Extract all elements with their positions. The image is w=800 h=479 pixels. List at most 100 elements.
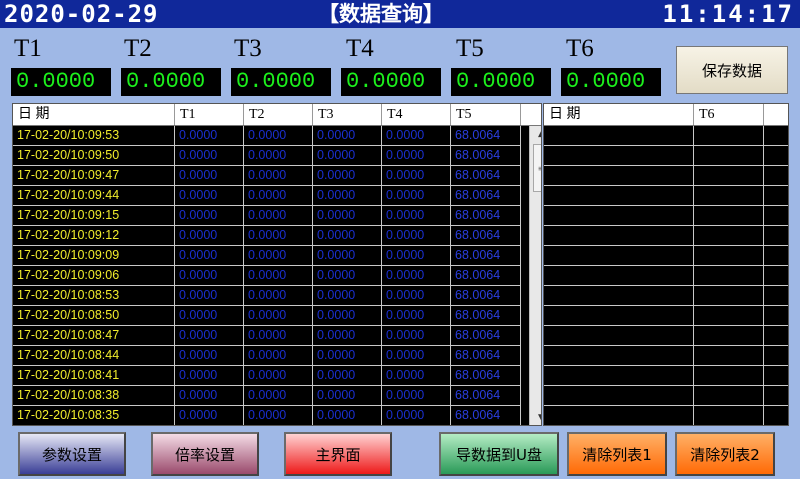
ratio-settings-button[interactable]: 倍率设置 bbox=[151, 432, 259, 476]
value-cell: 0.0000 bbox=[313, 206, 382, 225]
empty-cell bbox=[694, 146, 764, 165]
empty-cell bbox=[764, 366, 788, 385]
scroll-down-icon[interactable]: ▼ bbox=[530, 410, 541, 425]
value-cell: 0.0000 bbox=[175, 126, 244, 145]
empty-cell bbox=[544, 126, 694, 145]
clear-list-1-button[interactable]: 清除列表1 bbox=[567, 432, 667, 476]
value-cell: 0.0000 bbox=[382, 166, 451, 185]
table-row[interactable]: 17-02-20/10:08:53 0.0000 0.0000 0.0000 0.000… bbox=[13, 286, 521, 306]
value-cell: 0.0000 bbox=[244, 406, 313, 425]
value-cell: 0.0000 bbox=[175, 146, 244, 165]
value-cell: 0.0000 bbox=[382, 146, 451, 165]
table-row[interactable] bbox=[544, 326, 788, 346]
empty-cell bbox=[694, 126, 764, 145]
table-row[interactable]: 17-02-20/10:09:50 0.0000 0.0000 0.0000 0.000… bbox=[13, 146, 521, 166]
empty-cell bbox=[764, 286, 788, 305]
value-cell: 0.0000 bbox=[382, 306, 451, 325]
t5-label: T5 bbox=[456, 35, 484, 62]
save-data-button[interactable]: 保存数据 bbox=[676, 46, 788, 94]
table-row[interactable] bbox=[544, 266, 788, 286]
value-cell: 68.0064 bbox=[451, 146, 521, 165]
table-1-col-header: T4 bbox=[382, 104, 451, 125]
value-cell: 0.0000 bbox=[382, 386, 451, 405]
value-cell: 0.0000 bbox=[313, 346, 382, 365]
table-row[interactable]: 17-02-20/10:08:38 0.0000 0.0000 0.0000 0.000… bbox=[13, 386, 521, 406]
empty-cell bbox=[764, 186, 788, 205]
data-table-1[interactable]: 日 期 T1 T2 T3 T4 T5 17-02-20/10:09:53 0.0000 0.0… bbox=[12, 103, 542, 426]
value-cell: 0.0000 bbox=[382, 246, 451, 265]
empty-cell bbox=[544, 206, 694, 225]
table-row[interactable]: 17-02-20/10:09:53 0.0000 0.0000 0.0000 0.000… bbox=[13, 126, 521, 146]
scroll-thumb[interactable]: ≡ bbox=[533, 144, 541, 192]
table-1-col-header: T1 bbox=[175, 104, 244, 125]
main-screen-button[interactable]: 主界面 bbox=[284, 432, 392, 476]
empty-cell bbox=[694, 366, 764, 385]
table-row[interactable]: 17-02-20/10:09:12 0.0000 0.0000 0.0000 0.000… bbox=[13, 226, 521, 246]
value-cell: 0.0000 bbox=[244, 246, 313, 265]
table-row[interactable] bbox=[544, 286, 788, 306]
value-cell: 0.0000 bbox=[175, 166, 244, 185]
current-date: 2020-02-29 bbox=[4, 0, 159, 28]
table-row[interactable]: 17-02-20/10:08:44 0.0000 0.0000 0.0000 0.000… bbox=[13, 346, 521, 366]
empty-cell bbox=[694, 306, 764, 325]
table-row[interactable] bbox=[544, 406, 788, 425]
table-row[interactable] bbox=[544, 166, 788, 186]
table-row[interactable]: 17-02-20/10:09:15 0.0000 0.0000 0.0000 0.000… bbox=[13, 206, 521, 226]
table-row[interactable] bbox=[544, 226, 788, 246]
value-cell: 0.0000 bbox=[382, 186, 451, 205]
table-row[interactable]: 17-02-20/10:08:35 0.0000 0.0000 0.0000 0.000… bbox=[13, 406, 521, 425]
empty-cell bbox=[694, 326, 764, 345]
table-row[interactable] bbox=[544, 386, 788, 406]
export-usb-button[interactable]: 导数据到U盘 bbox=[439, 432, 559, 476]
value-cell: 68.0064 bbox=[451, 406, 521, 425]
table-row[interactable] bbox=[544, 306, 788, 326]
date-cell: 17-02-20/10:08:41 bbox=[13, 366, 175, 385]
table-row[interactable] bbox=[544, 146, 788, 166]
table-row[interactable] bbox=[544, 206, 788, 226]
date-cell: 17-02-20/10:08:35 bbox=[13, 406, 175, 425]
value-cell: 0.0000 bbox=[244, 166, 313, 185]
value-cell: 0.0000 bbox=[244, 186, 313, 205]
value-cell: 68.0064 bbox=[451, 186, 521, 205]
value-cell: 0.0000 bbox=[175, 366, 244, 385]
empty-cell bbox=[544, 246, 694, 265]
empty-cell bbox=[694, 266, 764, 285]
table-row[interactable]: 17-02-20/10:09:44 0.0000 0.0000 0.0000 0.000… bbox=[13, 186, 521, 206]
table-1-header: 日 期 T1 T2 T3 T4 T5 bbox=[13, 104, 541, 126]
empty-cell bbox=[544, 186, 694, 205]
table-row[interactable] bbox=[544, 126, 788, 146]
table-row[interactable]: 17-02-20/10:08:50 0.0000 0.0000 0.0000 0.000… bbox=[13, 306, 521, 326]
table-row[interactable] bbox=[544, 186, 788, 206]
value-cell: 0.0000 bbox=[313, 326, 382, 345]
table-row[interactable]: 17-02-20/10:08:41 0.0000 0.0000 0.0000 0.000… bbox=[13, 366, 521, 386]
value-cell: 0.0000 bbox=[244, 286, 313, 305]
table-row[interactable] bbox=[544, 366, 788, 386]
table-2-col-header: 日 期 bbox=[544, 104, 694, 125]
empty-cell bbox=[764, 166, 788, 185]
data-table-2[interactable]: 日 期 T6 bbox=[543, 103, 789, 426]
value-cell: 0.0000 bbox=[244, 306, 313, 325]
empty-cell bbox=[764, 266, 788, 285]
empty-cell bbox=[544, 386, 694, 405]
table-row[interactable]: 17-02-20/10:08:47 0.0000 0.0000 0.0000 0.000… bbox=[13, 326, 521, 346]
table-row[interactable] bbox=[544, 246, 788, 266]
table-1-scrollbar[interactable]: ▲ ≡ ▼ bbox=[529, 126, 541, 425]
t3-value: 0.0000 bbox=[231, 68, 331, 96]
empty-cell bbox=[694, 186, 764, 205]
clear-list-2-button[interactable]: 清除列表2 bbox=[675, 432, 775, 476]
scroll-up-icon[interactable]: ▲ bbox=[530, 126, 541, 142]
value-cell: 0.0000 bbox=[175, 346, 244, 365]
table-1-col-header: 日 期 bbox=[13, 104, 175, 125]
param-settings-button[interactable]: 参数设置 bbox=[18, 432, 126, 476]
table-row[interactable]: 17-02-20/10:09:47 0.0000 0.0000 0.0000 0.000… bbox=[13, 166, 521, 186]
value-cell: 0.0000 bbox=[382, 226, 451, 245]
table-row[interactable]: 17-02-20/10:09:06 0.0000 0.0000 0.0000 0.000… bbox=[13, 266, 521, 286]
table-row[interactable]: 17-02-20/10:09:09 0.0000 0.0000 0.0000 0.000… bbox=[13, 246, 521, 266]
value-cell: 0.0000 bbox=[175, 306, 244, 325]
date-cell: 17-02-20/10:08:50 bbox=[13, 306, 175, 325]
table-row[interactable] bbox=[544, 346, 788, 366]
date-cell: 17-02-20/10:09:06 bbox=[13, 266, 175, 285]
value-cell: 68.0064 bbox=[451, 286, 521, 305]
empty-cell bbox=[544, 366, 694, 385]
value-cell: 0.0000 bbox=[244, 206, 313, 225]
